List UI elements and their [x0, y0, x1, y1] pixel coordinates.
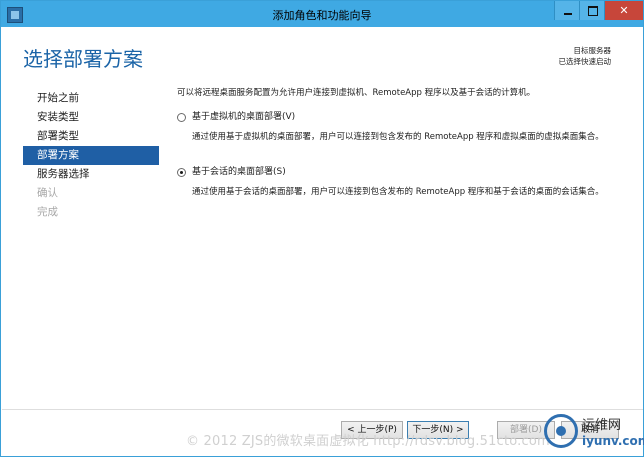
window-title: 添加角色和功能向导: [272, 9, 372, 22]
option-vm-based[interactable]: 基于虚拟机的桌面部署(V) 通过使用基于虚拟机的桌面部署，用户可以连接到包含发布…: [177, 111, 617, 143]
nav-item-confirmation: 确认: [37, 187, 58, 199]
nav-item-deployment-scenario[interactable]: 部署方案: [23, 146, 159, 165]
nav-item-before-you-begin[interactable]: 开始之前: [23, 89, 159, 108]
nav-item-deployment-type[interactable]: 部署类型: [23, 127, 159, 146]
option-vm-based-description: 通过使用基于虚拟机的桌面部署，用户可以连接到包含发布的 RemoteApp 程序…: [192, 132, 604, 142]
target-server-label: 目标服务器: [573, 46, 612, 55]
option-session-based-label[interactable]: 基于会话的桌面部署(S): [192, 166, 286, 178]
minimize-button[interactable]: [554, 1, 580, 20]
target-server-value: 已选择快速启动: [558, 57, 612, 66]
intro-text: 可以将远程桌面服务配置为允许用户连接到虚拟机、RemoteApp 程序以及基于会…: [177, 88, 536, 98]
option-session-based[interactable]: 基于会话的桌面部署(S) 通过使用基于会话的桌面部署，用户可以连接到包含发布的 …: [177, 166, 617, 198]
maximize-button[interactable]: [579, 1, 605, 20]
site-logo: 运维网 iyunv.com: [542, 410, 644, 456]
main-content: 可以将远程桌面服务配置为允许用户连接到虚拟机、RemoteApp 程序以及基于会…: [177, 87, 617, 197]
nav-item-installation-type[interactable]: 安装类型: [23, 108, 159, 127]
page-title: 选择部署方案: [23, 47, 143, 71]
target-server-info: 目标服务器 已选择快速启动: [559, 45, 612, 67]
title-bar[interactable]: 添加角色和功能向导 ✕: [1, 1, 643, 27]
nav-item-server-selection[interactable]: 服务器选择: [23, 165, 159, 184]
logo-cn-text: 运维网: [582, 418, 622, 433]
option-vm-based-label[interactable]: 基于虚拟机的桌面部署(V): [192, 111, 295, 123]
copyright-watermark: © 2012 ZJS的微软桌面虚拟化 http://rdsv.blog.51ct…: [186, 434, 550, 449]
logo-icon: [544, 414, 578, 448]
wizard-window: 添加角色和功能向导 ✕ 选择部署方案 目标服务器 已选择快速启动 开始之前 安装…: [0, 0, 644, 457]
wizard-steps-nav: 开始之前 安装类型 部署类型 部署方案 服务器选择 确认 完成: [23, 89, 159, 222]
nav-item-completion: 完成: [37, 206, 58, 218]
radio-session-based[interactable]: [177, 167, 186, 177]
close-button[interactable]: ✕: [604, 1, 643, 20]
radio-vm-based[interactable]: [177, 112, 186, 122]
option-session-based-description: 通过使用基于会话的桌面部署，用户可以连接到包含发布的 RemoteApp 程序和…: [192, 187, 604, 197]
logo-en-text: iyunv.com: [582, 434, 644, 448]
